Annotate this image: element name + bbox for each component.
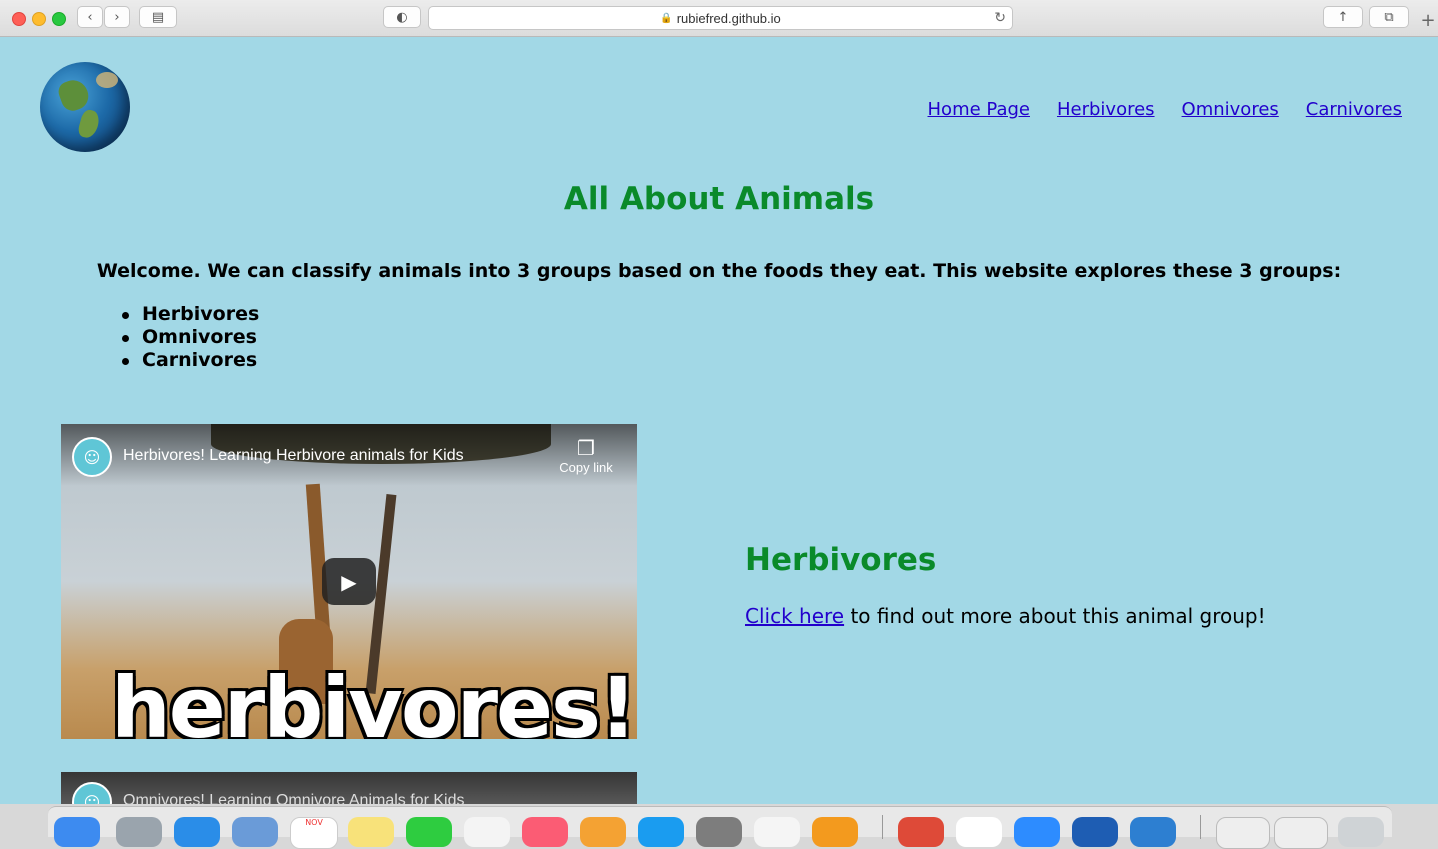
shield-icon[interactable]: ◐ xyxy=(383,6,421,28)
close-window-button[interactable] xyxy=(12,12,26,26)
calendar-icon[interactable]: NOV xyxy=(290,817,338,849)
globe-logo xyxy=(40,62,130,152)
url-text: rubiefred.github.io xyxy=(676,10,781,26)
facetime-icon[interactable] xyxy=(406,817,452,847)
browser-toolbar: ‹ › ▤ ◐ 🔒 rubiefred.github.io ↻ ↑ ⧉ + xyxy=(0,0,1438,37)
zoom-icon[interactable] xyxy=(1014,817,1060,847)
nav-omnivores-link[interactable]: Omnivores xyxy=(1182,99,1279,120)
tabs-icon[interactable]: ⧉ xyxy=(1369,6,1409,28)
welcome-text: Welcome. We can classify animals into 3 … xyxy=(96,260,1342,282)
books-icon[interactable] xyxy=(812,817,858,847)
dock-separator xyxy=(1200,815,1201,839)
finder-icon[interactable] xyxy=(54,817,100,847)
chrome-icon[interactable] xyxy=(898,817,944,847)
channel-avatar[interactable]: ☺ xyxy=(72,437,112,477)
launchpad-icon[interactable] xyxy=(116,817,162,847)
list-item: Omnivores xyxy=(121,326,259,349)
lock-icon: 🔒 xyxy=(660,12,673,24)
video-title[interactable]: Omnivores! Learning Omnivore Animals for… xyxy=(123,792,464,804)
safari-icon[interactable] xyxy=(174,817,220,847)
web-page: Home Page Herbivores Omnivores Carnivore… xyxy=(0,37,1438,804)
list-item: Carnivores xyxy=(121,349,259,372)
omnivores-video[interactable]: ☺ Omnivores! Learning Omnivore Animals f… xyxy=(61,772,637,804)
copy-icon: ❐ xyxy=(577,438,595,460)
system-preferences-icon[interactable] xyxy=(696,817,742,847)
music-icon[interactable] xyxy=(522,817,568,847)
thumbnail-text: herbivores! xyxy=(111,659,637,739)
vscode-icon[interactable] xyxy=(1130,817,1176,847)
photos-icon[interactable] xyxy=(464,817,510,847)
address-bar[interactable]: 🔒 rubiefred.github.io ↻ xyxy=(428,6,1013,30)
main-nav: Home Page Herbivores Omnivores Carnivore… xyxy=(928,99,1402,120)
forward-icon[interactable]: › xyxy=(104,6,130,28)
dock-separator xyxy=(882,815,883,839)
page-title: All About Animals xyxy=(563,181,875,217)
notes-icon[interactable] xyxy=(348,817,394,847)
sidebar-icon[interactable]: ▤ xyxy=(139,6,177,28)
pages-icon[interactable] xyxy=(580,817,626,847)
new-tab-icon[interactable]: + xyxy=(1418,10,1438,36)
minimize-window-button[interactable] xyxy=(32,12,46,26)
herbivores-video[interactable]: herbivores! ☺ Herbivores! Learning Herbi… xyxy=(61,424,637,739)
dock: NOV xyxy=(48,806,1392,849)
reload-icon[interactable]: ↻ xyxy=(994,9,1006,26)
copy-link-button[interactable]: ❐ Copy link xyxy=(557,438,615,475)
video-title[interactable]: Herbivores! Learning Herbivore animals f… xyxy=(123,447,464,465)
nav-home-link[interactable]: Home Page xyxy=(928,99,1030,120)
slack-icon[interactable] xyxy=(956,817,1002,847)
back-icon[interactable]: ‹ xyxy=(77,6,103,28)
zoom-window-button[interactable] xyxy=(52,12,66,26)
nav-carnivores-link[interactable]: Carnivores xyxy=(1306,99,1402,120)
word-icon[interactable] xyxy=(1072,817,1118,847)
click-here-link[interactable]: Click here xyxy=(745,604,844,628)
share-icon[interactable]: ↑ xyxy=(1323,6,1363,28)
nav-herbivores-link[interactable]: Herbivores xyxy=(1057,99,1155,120)
play-button[interactable]: ▶ xyxy=(322,558,376,605)
window-thumbnail[interactable] xyxy=(1216,817,1270,849)
section-text: Click here to find out more about this a… xyxy=(745,604,1266,628)
groups-list: Herbivores Omnivores Carnivores xyxy=(121,303,260,372)
preview-icon[interactable] xyxy=(232,817,278,847)
trash-icon[interactable] xyxy=(1338,817,1384,847)
list-item: Herbivores xyxy=(121,303,260,325)
window-thumbnail[interactable] xyxy=(1274,817,1328,849)
news-icon[interactable] xyxy=(754,817,800,847)
app-store-icon[interactable] xyxy=(638,817,684,847)
section-title: Herbivores xyxy=(745,542,937,578)
play-icon: ▶ xyxy=(341,569,357,594)
